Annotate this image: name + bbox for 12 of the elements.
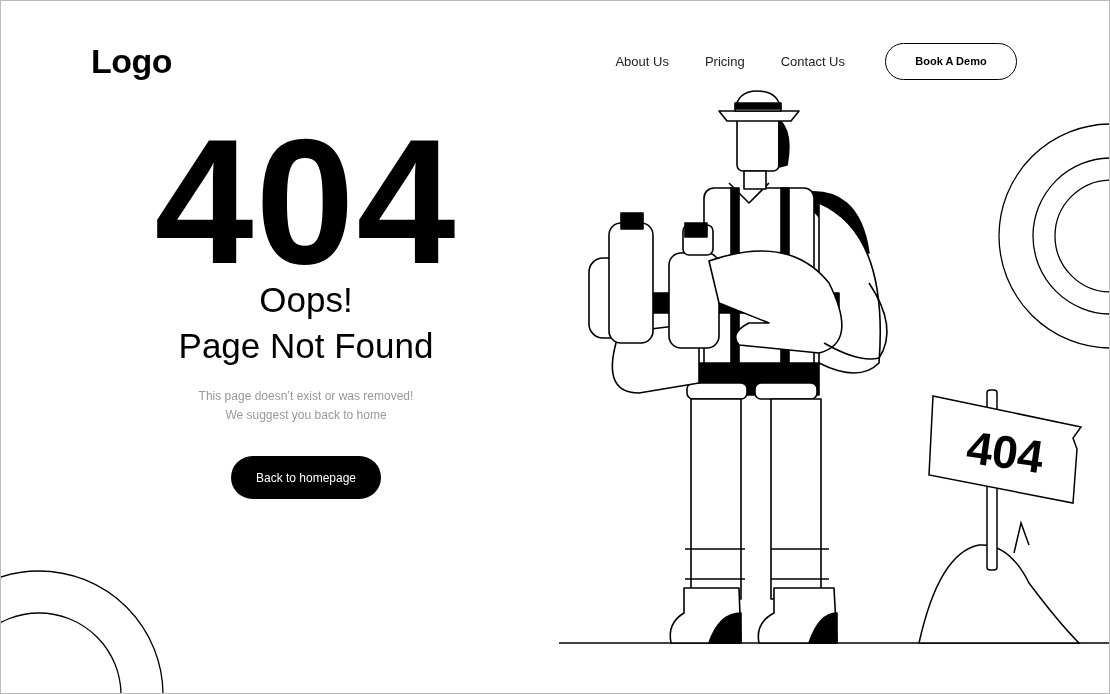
back-home-button[interactable]: Back to homepage [231,456,381,499]
book-demo-button[interactable]: Book A Demo [885,42,1017,80]
nav-link[interactable]: Contact Us [780,53,845,69]
sign-text: 404 [963,420,1047,484]
nav-link[interactable]: About Us [615,53,669,69]
error-title: Oops! [259,279,353,321]
error-message: We suggest you back to home [225,408,387,422]
logo[interactable]: Logo [91,41,173,81]
error-code: 404 [154,127,458,277]
error-title: Page Not Found [178,325,434,367]
nav-link[interactable]: Pricing [704,53,745,69]
error-message: This page doesn’t exist or was removed! [198,389,414,403]
